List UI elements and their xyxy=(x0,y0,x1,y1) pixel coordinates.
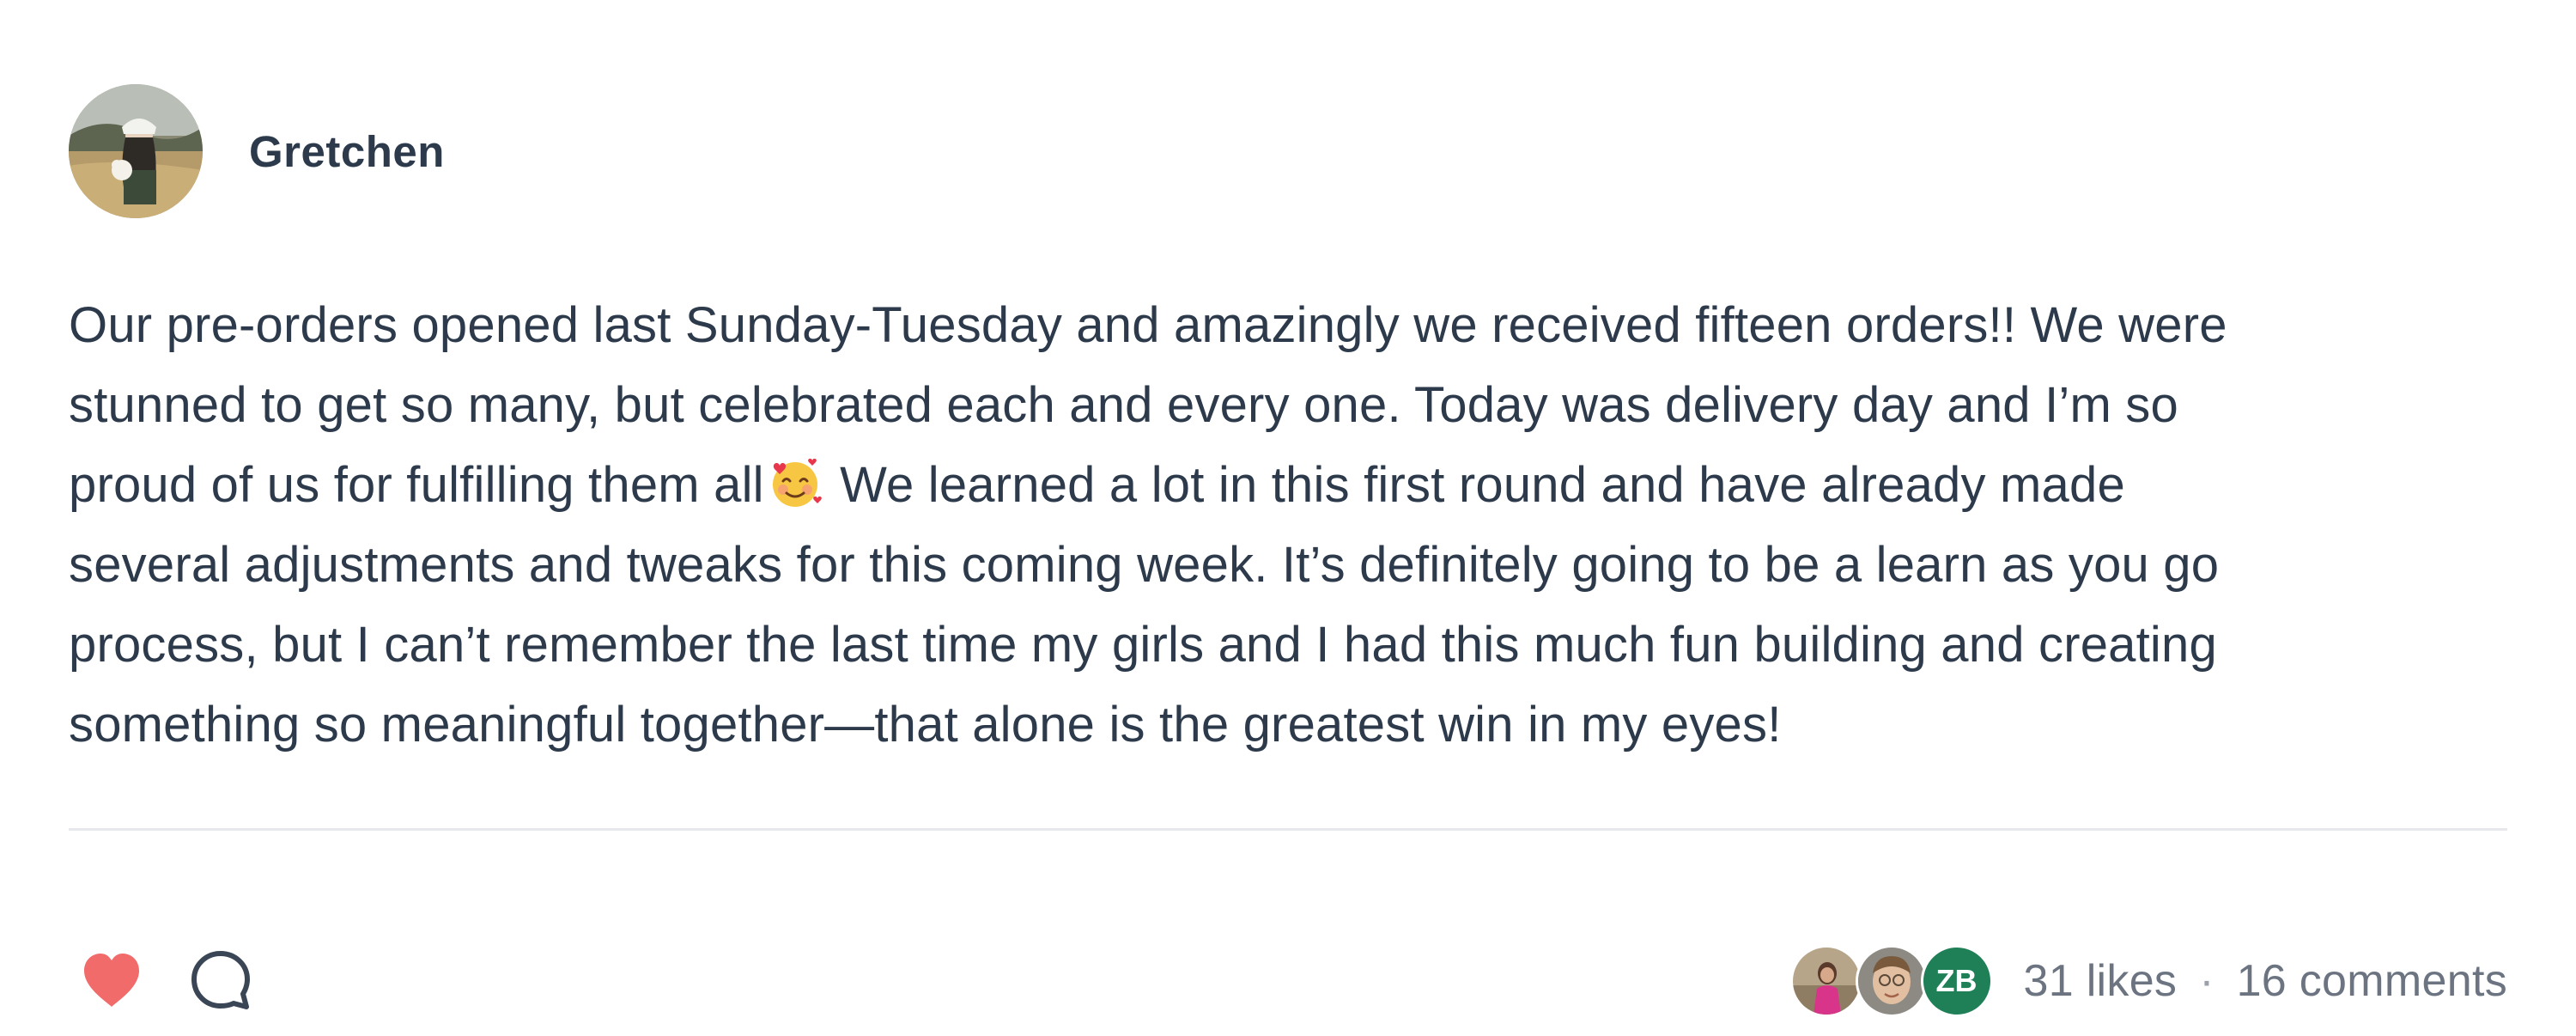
comments-count[interactable]: 16 comments xyxy=(2237,955,2507,1007)
author-name[interactable]: Gretchen xyxy=(249,126,445,177)
post-stats: ZB 31 likes · 16 comments xyxy=(1789,945,2507,1017)
body-line: something so meaningful together—that al… xyxy=(69,697,1782,753)
liker-avatar xyxy=(1789,945,1862,1017)
body-line: several adjustments and tweaks for this … xyxy=(69,537,2220,593)
likes-count[interactable]: 31 likes xyxy=(2024,955,2178,1007)
smiling-face-with-hearts-icon xyxy=(772,458,822,507)
body-line: stunned to get so many, but celebrated e… xyxy=(69,377,2178,433)
body-line: We learned a lot in this first round and… xyxy=(825,457,2125,513)
heart-icon xyxy=(84,954,139,1007)
post-header: Gretchen xyxy=(69,82,445,220)
body-line: Our pre-orders opened last Sunday-Tuesda… xyxy=(69,297,2227,353)
stats-separator: · xyxy=(2199,956,2215,1006)
liker-initials-avatar: ZB xyxy=(1920,945,1993,1017)
liker-avatars[interactable]: ZB xyxy=(1789,945,1993,1017)
comment-bubble-icon xyxy=(191,951,250,1009)
comment-button[interactable] xyxy=(189,948,252,1012)
liker-avatar xyxy=(1855,945,1928,1017)
like-button[interactable] xyxy=(81,950,143,1010)
author-photo xyxy=(69,84,203,218)
author-avatar[interactable] xyxy=(69,84,203,218)
liker-photo-icon xyxy=(1792,948,1860,1015)
post-body: Our pre-orders opened last Sunday-Tuesda… xyxy=(69,285,2550,765)
liker-photo-icon xyxy=(1857,948,1925,1015)
post-card: Gretchen Our pre-orders opened last Sund… xyxy=(69,82,2507,1017)
footer-divider xyxy=(69,828,2507,831)
body-line: proud of us for fulfilling them all xyxy=(69,457,764,513)
body-line: process, but I can’t remember the last t… xyxy=(69,617,2217,673)
post-footer: ZB 31 likes · 16 comments xyxy=(69,945,2507,1036)
